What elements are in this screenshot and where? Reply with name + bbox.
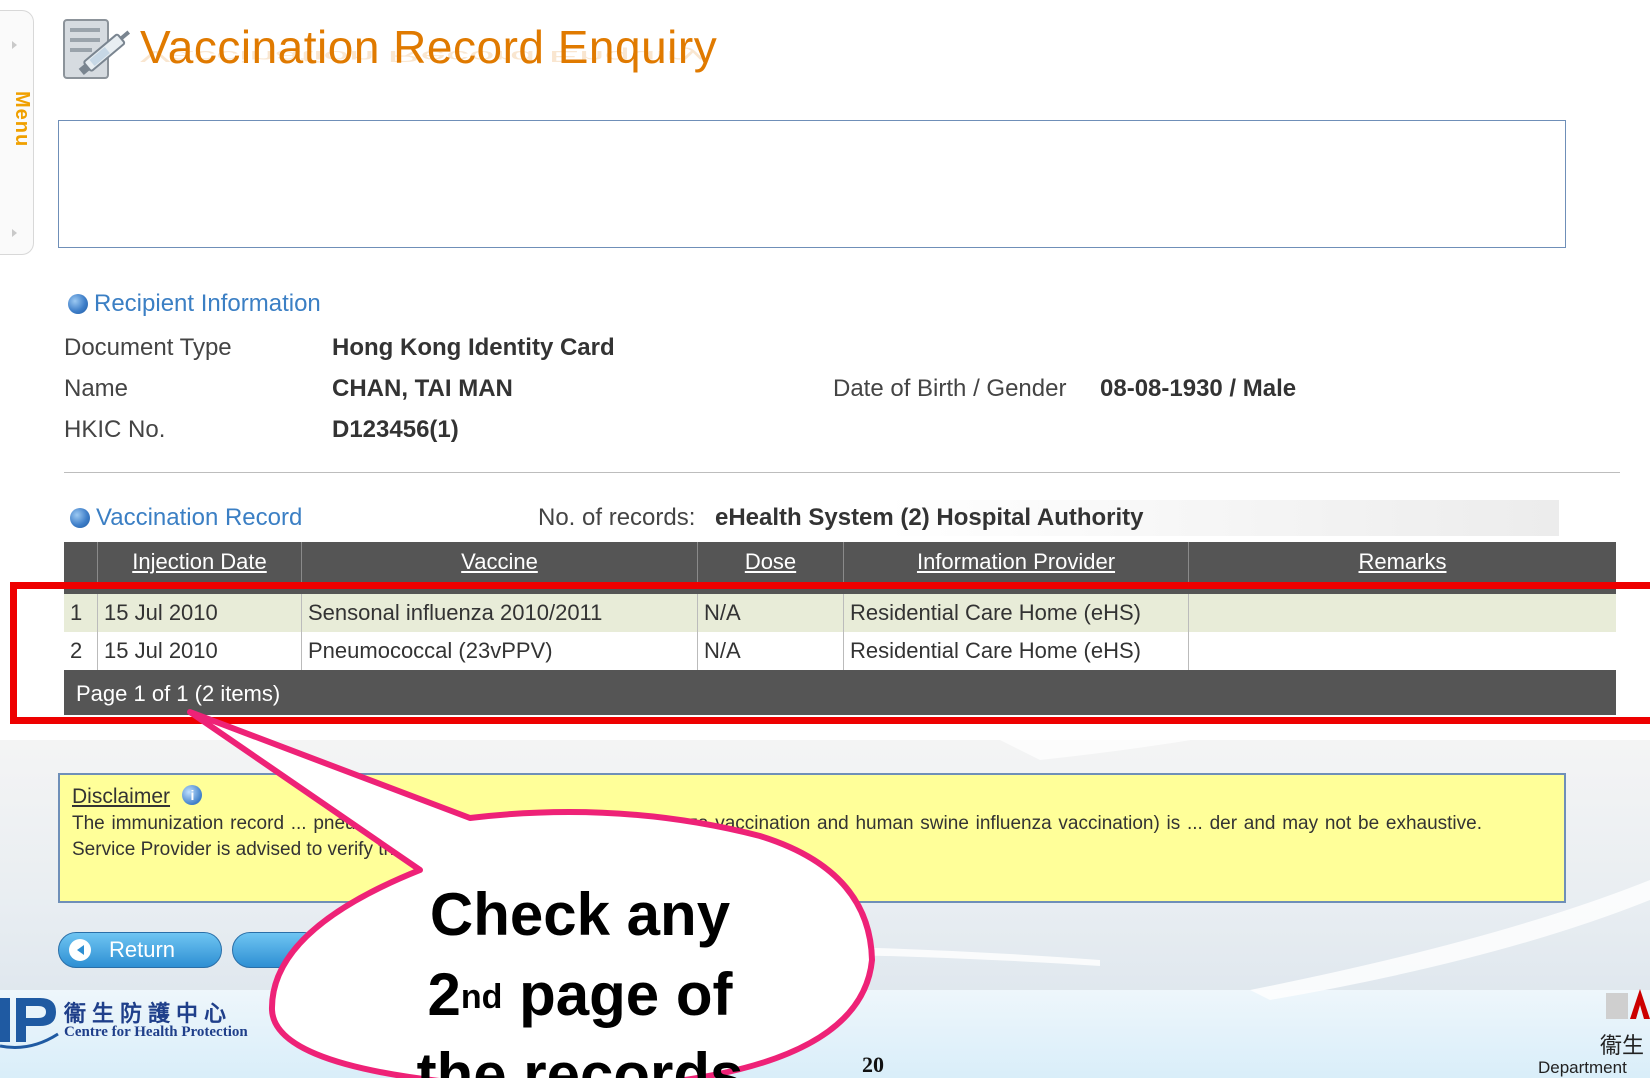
callout-line-3: the records [416,1041,744,1078]
department-chinese-name: 衞生 [1600,1033,1645,1058]
slide: Menu Vaccination Record Enquiry Vaccinat… [0,0,1650,1078]
page-number: 20 [862,1052,884,1077]
callout-text: Check any 2nd page of the records [300,875,860,1078]
callout-line-2: 2nd page of [427,961,733,1028]
chp-english-name: Centre for Health Protection [64,1024,248,1040]
department-english-name: Department [1538,1058,1627,1077]
department-of-health-logo-icon [1606,989,1650,1019]
callout-line-1: Check any [429,881,731,948]
